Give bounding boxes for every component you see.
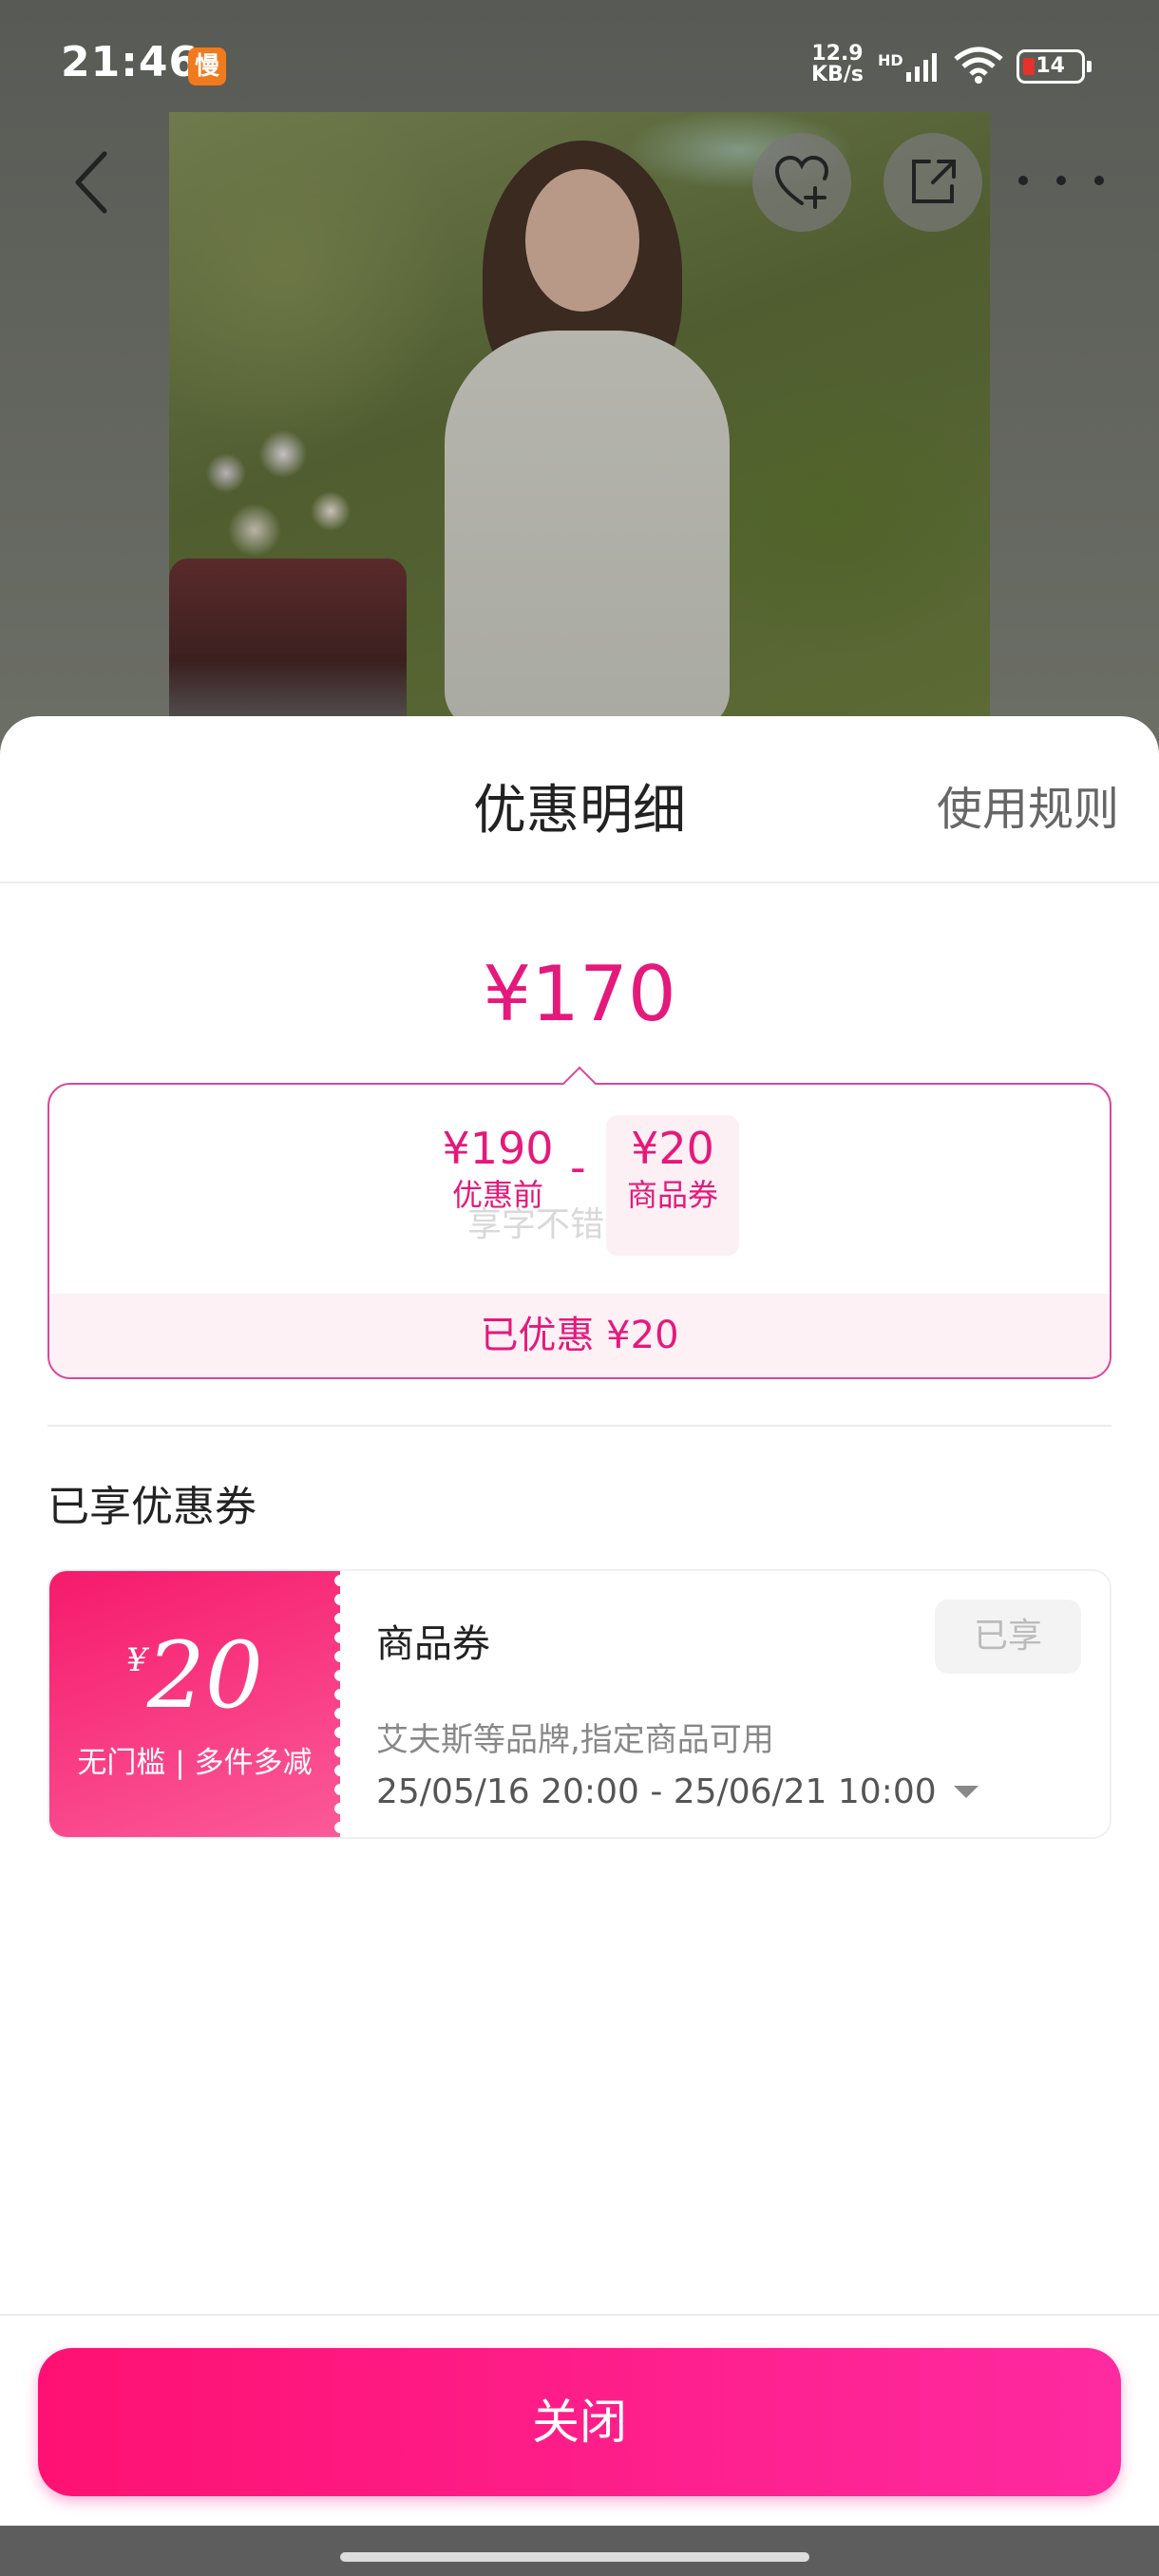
photo-car [169, 559, 407, 720]
coupon-status-badge: 已享 [935, 1600, 1081, 1674]
more-dot [1018, 176, 1028, 185]
final-price: ¥170 [483, 950, 676, 1038]
hd-label: HD [878, 51, 903, 69]
system-navigation-bar [0, 2526, 1159, 2576]
product-backdrop [0, 0, 1159, 760]
status-time: 21:46 [61, 38, 200, 86]
favorite-button[interactable] [752, 133, 851, 232]
battery-icon: 14 [1016, 49, 1092, 84]
coupon-name: 商品券 [376, 1622, 490, 1666]
coupon-condition: 无门槛 | 多件多减 [77, 1746, 313, 1780]
chevron-left-icon [75, 151, 107, 214]
hd-signal-icon: HD [878, 51, 940, 82]
coupon-validity-text: 25/05/16 20:00 - 25/06/21 10:00 [376, 1772, 937, 1811]
watermark-text: 享字不错 [467, 1205, 605, 1244]
section-title: 已享优惠券 [48, 1483, 256, 1531]
network-speed-unit: KB/s [811, 63, 864, 86]
minus-sign: - [570, 1142, 586, 1193]
total-saved: 已优惠 ¥20 [49, 1294, 1110, 1377]
coupon-value-panel: ¥20 无门槛 | 多件多减 [49, 1571, 348, 1837]
price-breakdown: ¥190 优惠前 享字不错 - ¥20 商品券 已优惠 ¥20 [48, 1083, 1112, 1379]
discount-detail-sheet: 优惠明细 使用规则 ¥170 ¥190 优惠前 享字不错 - ¥20 商品券 已… [0, 716, 1159, 2526]
more-dots-icon[interactable] [1018, 142, 1104, 218]
heart-plus-icon [774, 155, 829, 209]
coupon-currency: ¥ [126, 1641, 147, 1679]
caret-down-icon [953, 1786, 978, 1798]
usage-rules-link[interactable]: 使用规则 [937, 771, 1119, 838]
status-icons: HD 14 [878, 46, 1092, 87]
footer-divider [0, 2314, 1159, 2316]
more-dot [1094, 176, 1104, 185]
home-indicator[interactable] [340, 2552, 809, 2562]
status-bar: 21:46 慢 12.9 KB/s HD 14 [0, 0, 1159, 112]
screen: 21:46 慢 12.9 KB/s HD 14 优惠明细 使用规则 ¥170 ¥… [0, 0, 1159, 2576]
wifi-icon [954, 46, 1003, 87]
photo-model-dress [445, 331, 730, 720]
back-button[interactable] [57, 144, 133, 220]
network-speed-value: 12.9 [811, 42, 864, 66]
coupon-deduction-value: ¥20 [631, 1123, 714, 1174]
coupon-deduction-label: 商品券 [626, 1177, 718, 1213]
share-button[interactable] [884, 133, 982, 232]
coupon-validity[interactable]: 25/05/16 20:00 - 25/06/21 10:00 [376, 1772, 978, 1811]
share-icon [912, 160, 956, 203]
section-divider [48, 1425, 1112, 1427]
network-speed: 12.9 KB/s [811, 44, 864, 85]
coupon-deduction: ¥20 商品券 [606, 1115, 739, 1256]
sheet-header: 优惠明细 使用规则 [0, 716, 1159, 883]
more-dot [1056, 176, 1066, 185]
battery-level: 14 [1036, 54, 1065, 78]
coupon-amount: ¥20 [49, 1628, 340, 1723]
close-button[interactable]: 关闭 [38, 2348, 1121, 2496]
coupon-card[interactable]: ¥20 无门槛 | 多件多减 商品券 已享 艾夫斯等品牌,指定商品可用 25/0… [48, 1569, 1112, 1839]
product-top-nav [0, 123, 1159, 232]
original-price-value: ¥190 [442, 1123, 554, 1174]
coupon-amount-value: 20 [146, 1622, 263, 1729]
coupon-description: 艾夫斯等品牌,指定商品可用 [376, 1721, 774, 1759]
app-notification-icon: 慢 [188, 47, 226, 85]
